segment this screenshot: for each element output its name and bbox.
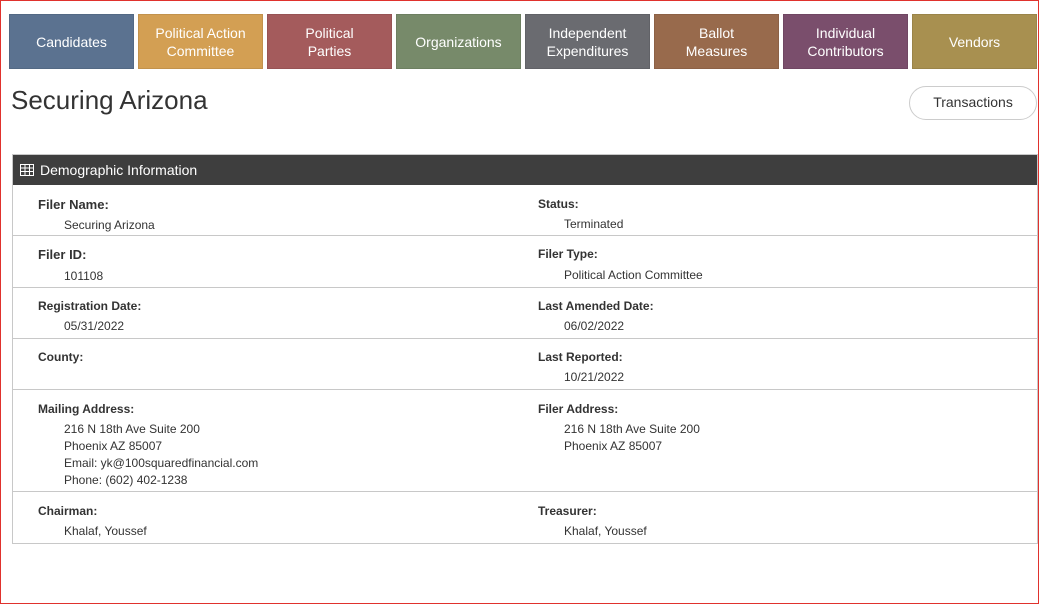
- transactions-button[interactable]: Transactions: [909, 86, 1037, 120]
- field-label: Last Amended Date:: [538, 299, 654, 313]
- page-title: Securing Arizona: [11, 85, 208, 115]
- filer-id-field: Filer ID: 101108: [13, 247, 513, 287]
- field-label: Treasurer:: [538, 504, 597, 518]
- tab-organizations[interactable]: Organizations: [396, 14, 521, 69]
- field-label: Filer ID:: [38, 247, 87, 262]
- email-text: Email: yk@100squaredfinancial.com: [64, 456, 259, 470]
- address-line-1: 216 N 18th Ave Suite 200: [64, 422, 200, 436]
- field-value: Securing Arizona: [64, 218, 155, 232]
- address-line-2: Phoenix AZ 85007: [564, 439, 663, 453]
- address-line-1: 216 N 18th Ave Suite 200: [564, 422, 700, 436]
- field-value: 05/31/2022: [64, 319, 125, 333]
- table-icon: [20, 164, 34, 176]
- tab-vendors[interactable]: Vendors: [912, 14, 1037, 69]
- info-row: Registration Date: 05/31/2022 Last Amend…: [13, 288, 1037, 339]
- field-value: 101108: [64, 269, 104, 283]
- last-reported-field: Last Reported: 10/21/2022: [513, 350, 1037, 389]
- panel-header: Demographic Information: [13, 155, 1037, 185]
- panel-title: Demographic Information: [40, 162, 198, 178]
- category-nav: Candidates Political Action Committee Pol…: [9, 14, 1037, 69]
- filer-address-field: Filer Address: 216 N 18th Ave Suite 200 …: [513, 402, 1037, 491]
- chairman-field: Chairman: Khalaf, Youssef: [13, 504, 513, 543]
- field-label: Last Reported:: [538, 350, 623, 364]
- last-amended-date-field: Last Amended Date: 06/02/2022: [513, 299, 1037, 338]
- field-value: Khalaf, Youssef: [564, 524, 647, 538]
- tab-political-parties[interactable]: Political Parties: [267, 14, 392, 69]
- tab-candidates[interactable]: Candidates: [9, 14, 134, 69]
- field-value: Terminated: [564, 217, 624, 231]
- tab-political-action-committee[interactable]: Political Action Committee: [138, 14, 263, 69]
- info-row: Mailing Address: 216 N 18th Ave Suite 20…: [13, 390, 1037, 492]
- status-field: Status: Terminated: [513, 197, 1037, 235]
- registration-date-field: Registration Date: 05/31/2022: [13, 299, 513, 338]
- field-value: 10/21/2022: [564, 370, 625, 384]
- info-row: Chairman: Khalaf, Youssef Treasurer: Kha…: [13, 492, 1037, 543]
- field-label: Filer Address:: [538, 402, 619, 416]
- treasurer-field: Treasurer: Khalaf, Youssef: [513, 504, 1037, 543]
- field-value: Political Action Committee: [564, 268, 703, 282]
- info-row: County: Last Reported: 10/21/2022: [13, 339, 1037, 390]
- field-value: Khalaf, Youssef: [64, 524, 147, 538]
- info-row: Filer ID: 101108 Filer Type: Political A…: [13, 236, 1037, 288]
- field-value: 06/02/2022: [564, 319, 625, 333]
- field-label: County:: [38, 350, 84, 364]
- field-label: Chairman:: [38, 504, 98, 518]
- phone-text: Phone: (602) 402-1238: [64, 473, 188, 487]
- field-label: Status:: [538, 197, 579, 211]
- info-row: Filer Name: Securing Arizona Status: Ter…: [13, 185, 1037, 236]
- filer-name-field: Filer Name: Securing Arizona: [13, 197, 513, 235]
- filer-type-field: Filer Type: Political Action Committee: [513, 247, 1037, 287]
- mailing-address-field: Mailing Address: 216 N 18th Ave Suite 20…: [13, 402, 513, 491]
- field-label: Filer Type:: [538, 247, 598, 261]
- tab-ballot-measures[interactable]: Ballot Measures: [654, 14, 779, 69]
- field-label: Registration Date:: [38, 299, 142, 313]
- tab-individual-contributors[interactable]: Individual Contributors: [783, 14, 908, 69]
- county-field: County:: [13, 350, 513, 389]
- field-label: Filer Name:: [38, 197, 109, 212]
- tab-independent-expenditures[interactable]: Independent Expenditures: [525, 14, 650, 69]
- address-line-2: Phoenix AZ 85007: [64, 439, 163, 453]
- demographic-panel: Demographic Information Filer Name: Secu…: [12, 154, 1038, 544]
- field-label: Mailing Address:: [38, 402, 135, 416]
